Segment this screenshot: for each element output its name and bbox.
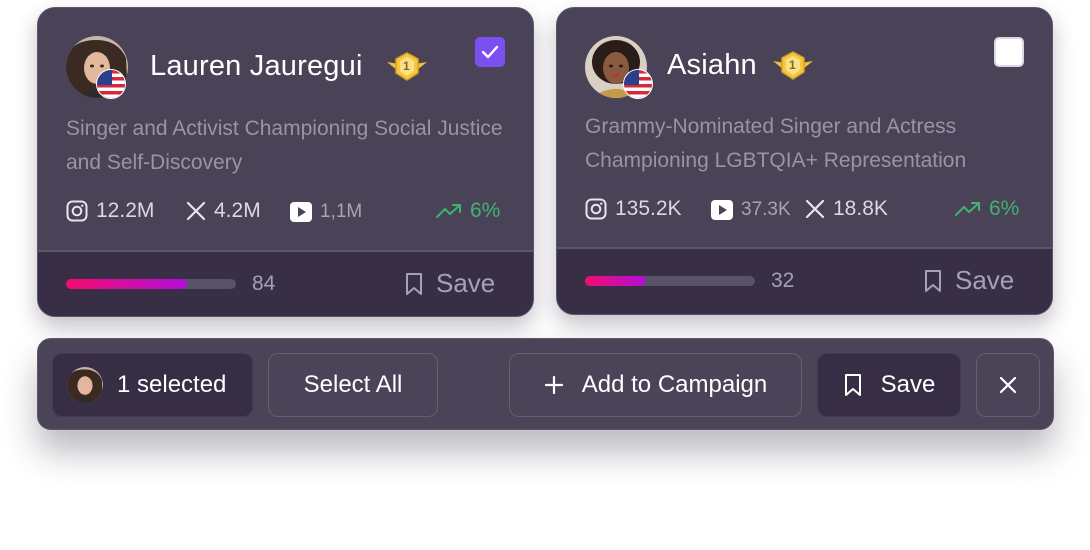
score-progress-fill bbox=[585, 276, 647, 286]
trend-up-icon bbox=[436, 204, 461, 218]
youtube-count: 1,1M bbox=[320, 201, 363, 222]
add-to-campaign-label: Add to Campaign bbox=[581, 371, 768, 398]
card-footer: 32 Save bbox=[557, 247, 1052, 314]
close-icon bbox=[999, 376, 1017, 394]
avatar bbox=[67, 367, 103, 403]
growth-value: 6% bbox=[470, 199, 501, 222]
instagram-icon bbox=[66, 200, 88, 222]
score-progress-bar bbox=[585, 276, 755, 286]
save-button[interactable]: Save bbox=[817, 353, 961, 417]
youtube-stat: 37.3K bbox=[711, 199, 791, 221]
gold-medal-icon: 1 bbox=[385, 52, 429, 82]
instagram-icon bbox=[585, 198, 607, 220]
x-stat: 4.2M bbox=[186, 199, 261, 223]
youtube-stat: 1,1M bbox=[290, 201, 362, 223]
growth-stat: 6% bbox=[436, 199, 500, 223]
creator-bio: Grammy-Nominated Singer and Actress Cham… bbox=[585, 115, 967, 172]
card-header: Lauren Jauregui 1 Singer and Activist Ch… bbox=[38, 8, 533, 251]
card-footer: 84 Save bbox=[38, 250, 533, 316]
save-button[interactable]: Save bbox=[923, 265, 1014, 296]
us-flag-icon bbox=[96, 69, 126, 99]
us-flag-icon bbox=[623, 69, 653, 99]
creator-name[interactable]: Lauren Jauregui bbox=[150, 50, 363, 83]
add-to-campaign-button[interactable]: Add to Campaign bbox=[509, 353, 802, 417]
x-count: 18.8K bbox=[833, 197, 888, 220]
selected-count-chip[interactable]: 1 selected bbox=[52, 353, 253, 417]
score-progress-bar bbox=[66, 279, 236, 289]
select-checkbox[interactable] bbox=[475, 37, 505, 67]
close-button[interactable] bbox=[976, 353, 1040, 417]
growth-value: 6% bbox=[989, 197, 1020, 220]
bookmark-icon bbox=[925, 269, 941, 292]
creator-card[interactable]: Asiahn 1 Grammy-Nominated Singer and Act… bbox=[556, 7, 1053, 315]
x-icon bbox=[186, 201, 206, 221]
creator-name[interactable]: Asiahn bbox=[667, 49, 757, 82]
creator-card[interactable]: Lauren Jauregui 1 Singer and Activist Ch… bbox=[37, 7, 534, 317]
select-checkbox[interactable] bbox=[994, 37, 1024, 67]
check-icon bbox=[481, 45, 499, 59]
youtube-icon bbox=[711, 200, 733, 220]
save-button[interactable]: Save bbox=[404, 268, 495, 299]
x-stat: 18.8K bbox=[805, 197, 888, 221]
score-value: 32 bbox=[771, 269, 795, 292]
selection-action-bar: 1 selected Select All Add to Campaign Sa… bbox=[37, 338, 1054, 430]
gold-medal-icon: 1 bbox=[771, 51, 815, 81]
score-value: 84 bbox=[252, 272, 276, 295]
x-icon bbox=[805, 199, 825, 219]
badge-number: 1 bbox=[789, 58, 796, 72]
creator-bio: Singer and Activist Championing Social J… bbox=[66, 117, 503, 174]
instagram-stat: 135.2K bbox=[585, 197, 682, 221]
bookmark-icon bbox=[406, 272, 422, 295]
trend-up-icon bbox=[955, 202, 980, 216]
plus-icon bbox=[544, 375, 563, 395]
youtube-icon bbox=[290, 202, 312, 222]
youtube-count: 37.3K bbox=[741, 199, 791, 220]
badge-number: 1 bbox=[403, 59, 410, 73]
card-header: Asiahn 1 Grammy-Nominated Singer and Act… bbox=[557, 8, 1052, 251]
growth-stat: 6% bbox=[955, 197, 1019, 221]
selected-count-label: 1 selected bbox=[117, 371, 227, 398]
bookmark-icon bbox=[844, 374, 861, 396]
score-progress-fill bbox=[66, 279, 187, 289]
select-all-label: Select All bbox=[303, 371, 403, 398]
instagram-count: 12.2M bbox=[96, 199, 155, 222]
x-count: 4.2M bbox=[214, 199, 261, 222]
save-label: Save bbox=[436, 268, 496, 298]
select-all-button[interactable]: Select All bbox=[268, 353, 438, 417]
save-label: Save bbox=[955, 265, 1015, 295]
save-label: Save bbox=[880, 371, 936, 398]
instagram-stat: 12.2M bbox=[66, 199, 154, 223]
instagram-count: 135.2K bbox=[615, 197, 682, 220]
